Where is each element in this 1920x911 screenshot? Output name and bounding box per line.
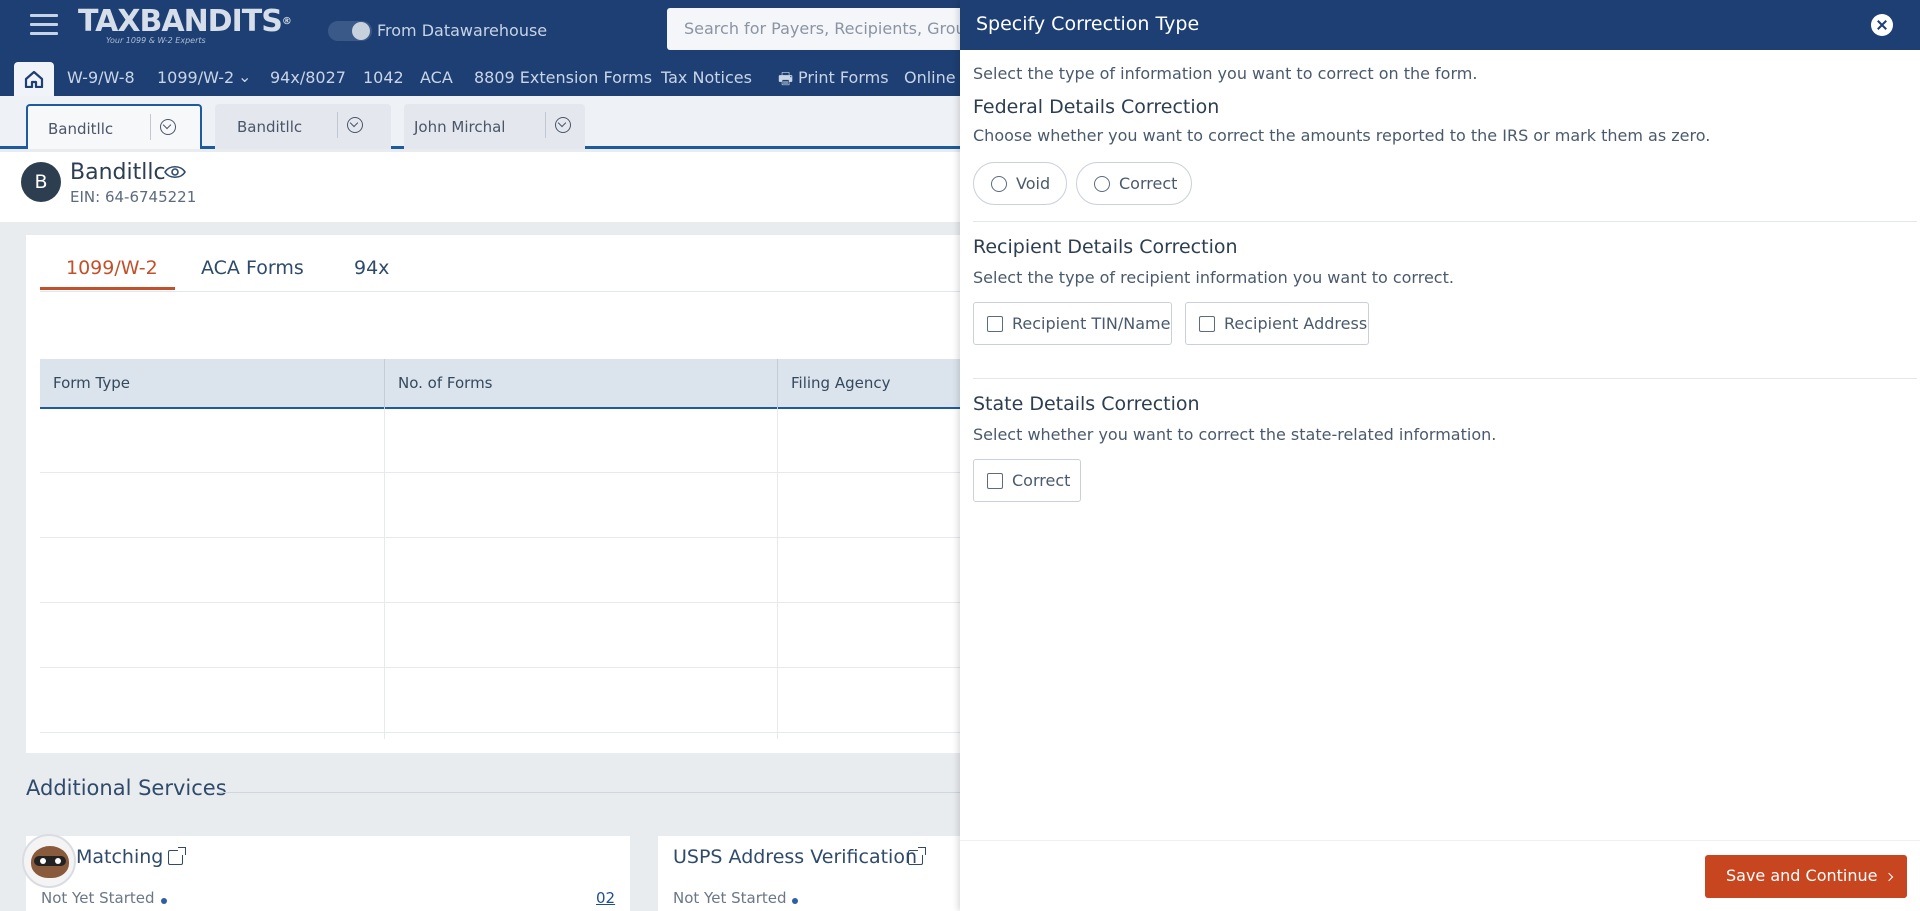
- tab-aca-forms[interactable]: ACA Forms: [201, 257, 304, 279]
- table-row: [40, 474, 960, 538]
- service-title: USPS Address Verification: [673, 846, 917, 868]
- save-button-label: Save and Continue: [1726, 866, 1878, 885]
- service-card-matching: Matching Not Yet Started 02: [26, 836, 630, 911]
- radio-label: Correct: [1119, 174, 1178, 193]
- recipient-tin-name-checkbox[interactable]: Recipient TIN/Name: [973, 302, 1172, 345]
- radio-circle-icon: [1094, 176, 1110, 192]
- payer-tab[interactable]: John Mirchal: [404, 104, 585, 149]
- payer-name: Banditllc: [70, 160, 166, 185]
- checkbox-label: Correct: [1012, 471, 1071, 490]
- payer-tab-label: Banditllc: [48, 120, 114, 138]
- chevron-circle-icon[interactable]: [555, 117, 571, 133]
- state-correct-checkbox[interactable]: Correct: [973, 459, 1081, 502]
- service-card-usps: USPS Address Verification Not Yet Starte…: [658, 836, 960, 911]
- chevron-circle-icon[interactable]: [347, 117, 363, 133]
- service-title: Matching: [76, 846, 164, 868]
- column-header[interactable]: No. of Forms: [398, 374, 493, 392]
- payer-header: B Banditllc EIN: 64-6745221: [0, 152, 960, 222]
- column-header[interactable]: Filing Agency: [791, 374, 890, 392]
- recipient-description: Select the type of recipient information…: [973, 268, 1454, 287]
- recipient-heading: Recipient Details Correction: [973, 236, 1238, 258]
- service-status: Not Yet Started: [673, 889, 787, 907]
- printer-icon: 🖶: [778, 69, 794, 88]
- state-description: Select whether you want to correct the s…: [973, 425, 1497, 444]
- chat-mascot-icon[interactable]: [22, 834, 76, 888]
- table-row: [40, 409, 960, 473]
- payer-ein: EIN: 64-6745221: [70, 188, 197, 206]
- eye-icon[interactable]: [164, 164, 186, 183]
- additional-services-title: Additional Services: [26, 776, 227, 800]
- drawer-footer: Save and Continue: [960, 840, 1920, 911]
- payer-tab-label: Banditllc: [237, 118, 303, 136]
- chevron-down-icon[interactable]: ⌄: [238, 67, 251, 86]
- nav-item-94x[interactable]: 94x/8027: [270, 68, 346, 87]
- drawer-intro: Select the type of information you want …: [973, 64, 1478, 83]
- nav-item-8809[interactable]: 8809 Extension Forms: [474, 68, 652, 87]
- checkbox-square-icon: [1199, 316, 1215, 332]
- state-heading: State Details Correction: [973, 393, 1200, 415]
- service-status: Not Yet Started: [41, 889, 155, 907]
- home-icon[interactable]: [14, 62, 54, 96]
- recipient-address-checkbox[interactable]: Recipient Address: [1185, 302, 1369, 345]
- drawer-title: Specify Correction Type: [976, 13, 1200, 35]
- hamburger-menu-icon[interactable]: [30, 14, 58, 38]
- chevron-right-icon: [1884, 872, 1894, 882]
- forms-card: 1099/W-2 ACA Forms 94x Form Type No. of …: [26, 235, 960, 753]
- column-header[interactable]: Form Type: [53, 374, 130, 392]
- payer-tab[interactable]: Banditllc: [26, 104, 202, 149]
- drawer-header: Specify Correction Type: [960, 0, 1920, 50]
- nav-item-print-forms[interactable]: Print Forms: [798, 68, 889, 87]
- datawarehouse-toggle[interactable]: [328, 21, 372, 41]
- external-link-icon[interactable]: [168, 847, 186, 865]
- nav-item-1099[interactable]: 1099/W-2: [157, 68, 234, 87]
- status-dot: [161, 898, 167, 904]
- table-row: [40, 539, 960, 603]
- logo[interactable]: TAXBANDITS® Your 1099 & W-2 Experts: [78, 4, 292, 45]
- radio-label: Void: [1016, 174, 1051, 193]
- nav-item-tax-notices[interactable]: Tax Notices: [661, 68, 752, 87]
- external-link-icon[interactable]: [908, 847, 926, 865]
- federal-heading: Federal Details Correction: [973, 96, 1220, 118]
- federal-description: Choose whether you want to correct the a…: [973, 126, 1711, 145]
- nav-item-w9[interactable]: W-9/W-8: [67, 68, 135, 87]
- nav-item-aca[interactable]: ACA: [420, 68, 453, 87]
- datawarehouse-label: From Datawarehouse: [377, 21, 548, 40]
- checkbox-square-icon: [987, 316, 1003, 332]
- payer-tab-label: John Mirchal: [414, 118, 506, 136]
- nav-item-1042[interactable]: 1042: [363, 68, 404, 87]
- tab-94x[interactable]: 94x: [354, 257, 389, 279]
- table-row: [40, 604, 960, 668]
- table-row: [40, 669, 960, 733]
- search-input[interactable]: Search for Payers, Recipients, Groups: [667, 8, 987, 50]
- active-tab-underline: [40, 287, 175, 290]
- radio-circle-icon: [991, 176, 1007, 192]
- checkbox-square-icon: [987, 473, 1003, 489]
- void-radio[interactable]: Void: [973, 162, 1067, 205]
- correction-type-drawer: Specify Correction Type Select the type …: [960, 0, 1920, 911]
- close-icon[interactable]: [1871, 14, 1893, 36]
- tab-1099-w2[interactable]: 1099/W-2: [66, 257, 158, 279]
- checkbox-label: Recipient Address: [1224, 314, 1368, 333]
- save-and-continue-button[interactable]: Save and Continue: [1705, 855, 1907, 898]
- avatar: B: [21, 162, 61, 202]
- payer-tab[interactable]: Banditllc: [215, 104, 391, 149]
- chevron-circle-icon[interactable]: [160, 119, 176, 135]
- service-count-link[interactable]: 02: [596, 889, 615, 907]
- correct-radio[interactable]: Correct: [1076, 162, 1192, 205]
- table-header: Form Type No. of Forms Filing Agency: [40, 359, 960, 409]
- checkbox-label: Recipient TIN/Name: [1012, 314, 1171, 333]
- status-dot: [792, 898, 798, 904]
